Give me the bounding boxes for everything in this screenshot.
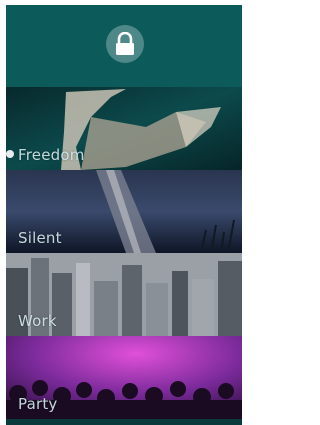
ambience-label: Work — [18, 312, 57, 330]
ambience-label: Party — [18, 395, 58, 413]
lock-bar[interactable] — [6, 5, 242, 87]
ambience-label: Freedom — [18, 146, 85, 164]
ambience-label: Silent — [18, 229, 62, 247]
ambience-screen: Freedom Silent Work Party — [6, 5, 242, 425]
ambience-tile-work[interactable]: Work — [6, 253, 242, 336]
lock-icon — [116, 32, 134, 55]
lock-button[interactable] — [106, 25, 144, 63]
ambience-tile-party[interactable]: Party — [6, 336, 242, 419]
ambience-tile-silent[interactable]: Silent — [6, 170, 242, 253]
ambience-tile-freedom[interactable]: Freedom — [6, 87, 242, 170]
